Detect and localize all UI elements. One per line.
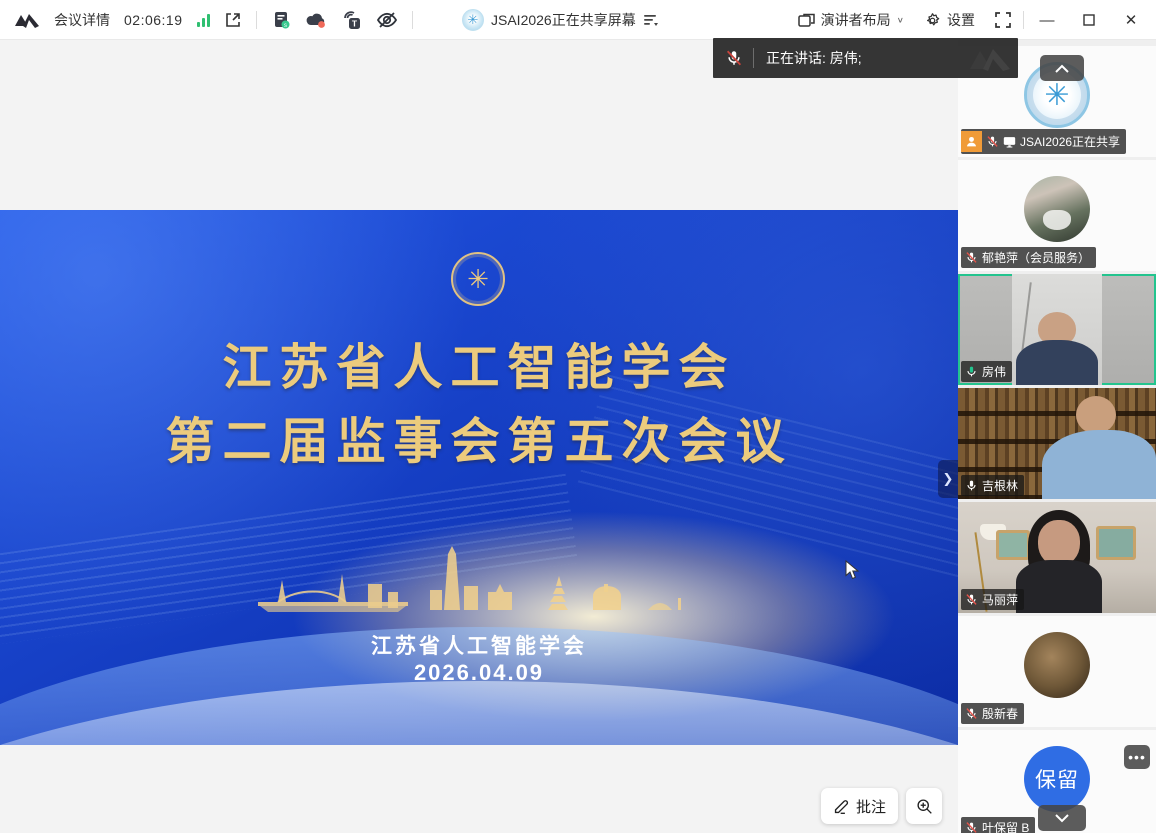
participant-nametag: JSAI2026正在共享 xyxy=(961,129,1126,154)
participant-name: JSAI2026正在共享 xyxy=(1020,133,1120,150)
svg-text:T: T xyxy=(351,18,357,28)
presentation-slide: ✳ 江苏省人工智能学会 第二届监事会第五次会议 江苏省人工智能学会 2026.0… xyxy=(0,210,958,745)
participant-video xyxy=(1096,526,1136,560)
meeting-details-link[interactable]: 会议详情 xyxy=(54,10,110,30)
participant-name: 吉根林 xyxy=(982,477,1018,494)
close-button[interactable]: ✕ xyxy=(1112,0,1150,40)
city-skyline-graphic xyxy=(248,540,708,630)
sharing-title: JSAI2026正在共享屏幕 xyxy=(491,10,636,30)
participant-name: 殷新春 xyxy=(982,705,1018,722)
watermark-logo-icon xyxy=(968,45,1012,71)
participant-name: 郁艳萍（会员服务） xyxy=(982,249,1090,266)
participant-name: 马丽萍 xyxy=(982,591,1018,608)
mic-on-icon xyxy=(965,479,978,492)
chevron-down-icon: ∨ xyxy=(897,16,904,25)
svg-text:s: s xyxy=(284,23,287,29)
participant-nametag: 房伟 xyxy=(961,361,1012,382)
scroll-up-button[interactable] xyxy=(1040,55,1084,81)
layout-label: 演讲者布局 xyxy=(821,10,891,30)
sort-filter-icon[interactable] xyxy=(643,13,659,27)
participant-avatar: 保留 xyxy=(1024,746,1090,812)
slide-title-line1: 江苏省人工智能学会 xyxy=(0,328,958,399)
mouse-cursor xyxy=(845,560,860,580)
slide-title-line2: 第二届监事会第五次会议 xyxy=(0,402,958,473)
settings-button[interactable]: 设置 xyxy=(916,6,983,34)
doc-record-icon[interactable]: s xyxy=(271,10,291,30)
participant-tile-maliping[interactable]: 马丽萍 xyxy=(958,502,1156,613)
participant-tile-fangwei[interactable]: 房伟 xyxy=(958,274,1156,385)
app-logo-icon xyxy=(14,11,40,29)
participant-video xyxy=(1042,430,1156,499)
scroll-down-button[interactable] xyxy=(1038,805,1086,831)
mic-muted-icon xyxy=(965,821,978,833)
sidebar-collapse-handle[interactable]: ❯ xyxy=(938,460,958,498)
participant-video xyxy=(1016,340,1098,385)
pencil-icon xyxy=(833,798,850,815)
interpretation-icon[interactable]: T xyxy=(341,10,362,30)
mic-muted-icon xyxy=(965,707,978,720)
participants-sidebar: ✳ JSAI2026正在共享 郁艳萍（会员服务） xyxy=(958,40,1156,833)
association-emblem: ✳ xyxy=(451,252,505,306)
participant-nametag: 郁艳萍（会员服务） xyxy=(961,247,1096,268)
divider xyxy=(412,11,413,29)
more-options-button[interactable]: ••• xyxy=(1124,745,1150,769)
cloud-sync-icon[interactable] xyxy=(305,11,327,29)
magnifier-plus-icon xyxy=(916,798,933,815)
annotate-button[interactable]: 批注 xyxy=(821,788,898,824)
layout-switch-button[interactable]: 演讲者布局 ∨ xyxy=(790,6,912,34)
participant-tile-yuyanping[interactable]: 郁艳萍（会员服务） xyxy=(958,160,1156,271)
mic-muted-icon xyxy=(725,49,743,67)
pop-out-icon[interactable] xyxy=(224,11,242,29)
speaking-toast: 正在讲话: 房伟; xyxy=(713,38,1018,78)
mic-muted-icon xyxy=(986,135,999,148)
settings-label: 设置 xyxy=(947,10,975,30)
participant-avatar xyxy=(1024,176,1090,242)
participant-tile-jigenlin[interactable]: 吉根林 xyxy=(958,388,1156,499)
host-badge-icon xyxy=(961,131,982,152)
slide-footer-org: 江苏省人工智能学会 xyxy=(0,630,958,660)
screen-share-icon xyxy=(1003,136,1016,148)
sharer-avatar: ✳ xyxy=(462,9,484,31)
hide-view-icon[interactable] xyxy=(376,11,398,29)
participant-nametag: 叶保留 B xyxy=(961,817,1035,833)
divider xyxy=(1023,11,1024,29)
participant-tile-yinxinchun[interactable]: 殷新春 xyxy=(958,616,1156,727)
title-bar: 会议详情 02:06:19 s T ✳ JSAI2026正在共享屏幕 演讲者布局 xyxy=(0,0,1156,40)
fullscreen-button[interactable] xyxy=(987,8,1019,32)
mic-active-icon xyxy=(965,365,978,378)
participant-video xyxy=(1076,396,1116,434)
meeting-timer: 02:06:19 xyxy=(124,12,183,28)
annotate-label: 批注 xyxy=(856,796,886,817)
participant-nametag: 吉根林 xyxy=(961,475,1024,496)
participant-nametag: 殷新春 xyxy=(961,703,1024,724)
participant-name: 叶保留 B xyxy=(982,819,1029,833)
divider xyxy=(753,48,754,68)
participant-video xyxy=(996,530,1030,560)
shared-screen-area: ✳ 江苏省人工智能学会 第二届监事会第五次会议 江苏省人工智能学会 2026.0… xyxy=(0,40,958,833)
slide-footer-date: 2026.04.09 xyxy=(0,660,958,686)
mic-muted-icon xyxy=(965,251,978,264)
network-signal-icon[interactable] xyxy=(197,13,210,27)
participant-avatar xyxy=(1024,632,1090,698)
participant-nametag: 马丽萍 xyxy=(961,589,1024,610)
divider xyxy=(256,11,257,29)
participant-video xyxy=(1016,560,1102,613)
minimize-button[interactable]: — xyxy=(1028,0,1066,40)
zoom-in-button[interactable] xyxy=(906,788,942,824)
speaking-text: 正在讲话: 房伟; xyxy=(766,48,862,68)
participant-name: 房伟 xyxy=(982,363,1006,380)
mic-muted-icon xyxy=(965,593,978,606)
maximize-button[interactable] xyxy=(1070,0,1108,40)
